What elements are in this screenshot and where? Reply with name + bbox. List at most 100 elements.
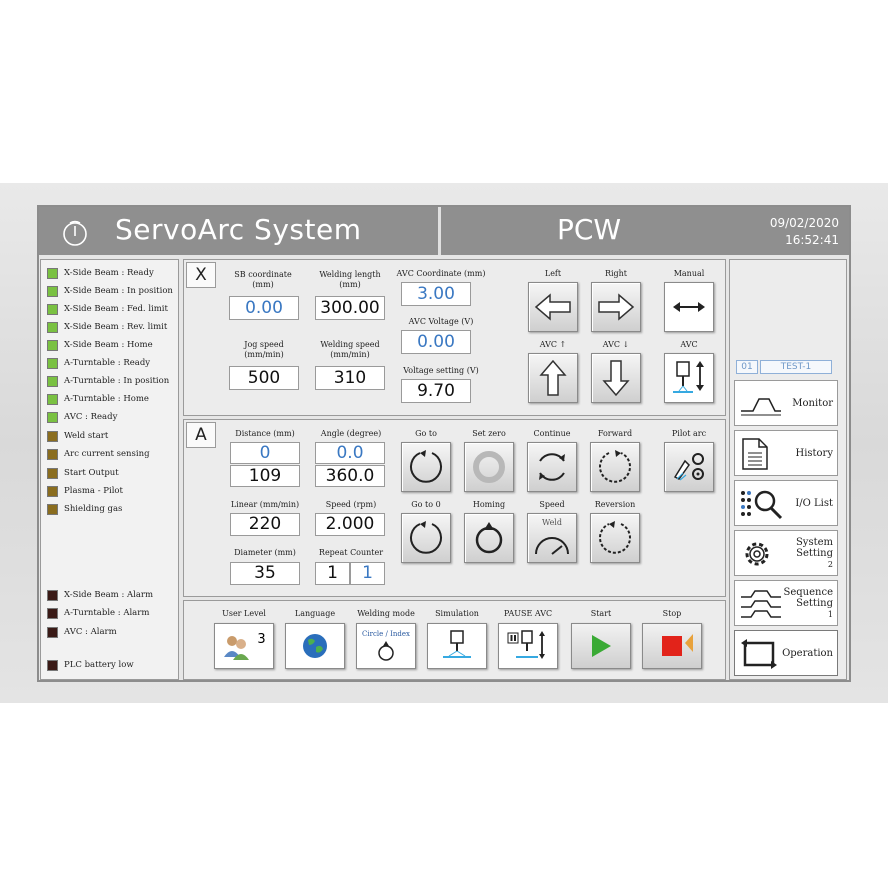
- alarm-lamp: [47, 607, 58, 619]
- diameter-field[interactable]: 35: [230, 562, 300, 585]
- avc-down-label: AVC ↓: [602, 340, 630, 349]
- goto-button[interactable]: [401, 442, 451, 492]
- avc-up-label: AVC ↑: [539, 340, 567, 349]
- goto-zero-button[interactable]: [401, 513, 451, 563]
- repeat-counter-done[interactable]: 1: [315, 562, 350, 585]
- jog-right-button[interactable]: [591, 282, 641, 332]
- status-item: X-Side Beam : Rev. limit: [47, 319, 167, 335]
- a-axis-panel: A Distance (mm) 0 109 Angle (degree) 0.0…: [183, 419, 726, 597]
- nav-sequence-setting[interactable]: Sequence Setting 1: [734, 580, 838, 626]
- goto0-label: Go to 0: [411, 500, 441, 509]
- avc-coordinate-label: AVC Coordinate (mm): [396, 269, 486, 278]
- globe-icon: [303, 634, 327, 658]
- nav-history[interactable]: History: [734, 430, 838, 476]
- sb-coordinate-field[interactable]: 0.00: [229, 296, 299, 320]
- job-name[interactable]: TEST-1: [760, 360, 832, 374]
- io-search-icon: [741, 490, 783, 520]
- welding-speed-field[interactable]: 310: [315, 366, 385, 390]
- rotate-continue-icon: [539, 453, 565, 481]
- arrow-down-icon: [602, 360, 630, 397]
- arrow-right-icon: [598, 293, 635, 321]
- homing-icon: [475, 522, 503, 554]
- jog-left-button[interactable]: [528, 282, 578, 332]
- avc-toggle-button[interactable]: [664, 353, 714, 403]
- nav-panel: 01 TEST-1 Monitor History I/O List Syste…: [729, 259, 847, 680]
- speed-mode-button[interactable]: Weld: [527, 513, 577, 563]
- status-item: X-Side Beam : In position: [47, 283, 173, 299]
- status-item: Start Output: [47, 465, 119, 481]
- arrow-up-icon: [539, 359, 567, 396]
- zero-ring-icon: [473, 451, 505, 483]
- forward-button[interactable]: [590, 442, 640, 492]
- set-zero-button[interactable]: [464, 442, 514, 492]
- status-lamp: [47, 357, 58, 369]
- welding-length-field[interactable]: 300.00: [315, 296, 385, 320]
- status-lamp: [47, 321, 58, 333]
- sequence-icon: [741, 590, 781, 618]
- distance-field-target[interactable]: 109: [230, 465, 300, 487]
- start-button[interactable]: [571, 623, 631, 669]
- stop-button[interactable]: [642, 623, 702, 669]
- status-lamp: [47, 411, 58, 423]
- status-lamp: [47, 375, 58, 387]
- welding-mode-button[interactable]: Circle / Index: [356, 623, 416, 669]
- users-icon: [224, 636, 250, 660]
- distance-field-current[interactable]: 0: [230, 442, 300, 464]
- operation-cycle-icon: [741, 639, 777, 669]
- nav-io-list[interactable]: I/O List: [734, 480, 838, 526]
- datetime: 09/02/2020 16:52:41: [770, 215, 839, 249]
- linear-speed-field[interactable]: 220: [230, 513, 300, 536]
- right-label: Right: [604, 269, 628, 278]
- gear-icon: [745, 542, 769, 566]
- alarm-item: PLC battery low: [47, 657, 134, 673]
- job-number[interactable]: 01: [736, 360, 758, 374]
- avc-down-button[interactable]: [591, 353, 641, 403]
- simulation-button[interactable]: [427, 623, 487, 669]
- status-item: X-Side Beam : Ready: [47, 265, 154, 281]
- nav-monitor[interactable]: Monitor: [734, 380, 838, 426]
- status-lamp: [47, 393, 58, 405]
- status-panel: X-Side Beam : Ready X-Side Beam : In pos…: [40, 259, 179, 680]
- status-lamp: [47, 267, 58, 279]
- voltage-setting-field[interactable]: 9.70: [401, 379, 471, 403]
- repeat-counter-total[interactable]: 1: [350, 562, 385, 585]
- linear-label: Linear (mm/min): [230, 500, 300, 509]
- nav-label: Monitor: [792, 397, 833, 409]
- language-button[interactable]: [285, 623, 345, 669]
- avc-voltage-field[interactable]: 0.00: [401, 330, 471, 354]
- homing-button[interactable]: [464, 513, 514, 563]
- nav-operation[interactable]: Operation: [734, 630, 838, 676]
- avc-up-button[interactable]: [528, 353, 578, 403]
- continue-label: Continue: [533, 429, 571, 438]
- angle-field-current[interactable]: 0.0: [315, 442, 385, 464]
- status-item: AVC : Ready: [47, 409, 117, 425]
- jog-speed-field[interactable]: 500: [229, 366, 299, 390]
- pilot-arc-button[interactable]: [664, 442, 714, 492]
- voltage-setting-label: Voltage setting (V): [403, 366, 479, 375]
- status-item: X-Side Beam : Fed. limit: [47, 301, 168, 317]
- time-text: 16:52:41: [785, 233, 839, 247]
- nav-system-setting[interactable]: System Setting 2: [734, 530, 838, 576]
- x-axis-panel: X SB coordinate (mm) 0.00 Welding length(…: [183, 259, 726, 416]
- welding-mode-value: Circle / Index: [362, 630, 410, 638]
- pause-avc-label: PAUSE AVC: [503, 609, 553, 618]
- play-icon: [592, 635, 611, 657]
- reversion-button[interactable]: [590, 513, 640, 563]
- user-level-button[interactable]: 3: [214, 623, 274, 669]
- status-item: Shielding gas: [47, 501, 122, 517]
- angle-field-target[interactable]: 360.0: [315, 465, 385, 487]
- nav-label-wrap: Sequence Setting 1: [783, 586, 834, 619]
- manual-button[interactable]: [664, 282, 714, 332]
- speed-rpm-field[interactable]: 2.000: [315, 513, 385, 536]
- status-item: A-Turntable : Ready: [47, 355, 150, 371]
- homing-label: Homing: [472, 500, 506, 509]
- goto-label: Go to: [415, 429, 437, 438]
- pause-avc-button[interactable]: [498, 623, 558, 669]
- continue-button[interactable]: [527, 442, 577, 492]
- status-lamp: [47, 339, 58, 351]
- welding-speed-label: Welding speed (mm/min): [320, 340, 380, 359]
- pilot-arc-icon: [673, 453, 704, 481]
- status-lamp: [47, 285, 58, 297]
- alarm-lamp: [47, 659, 58, 671]
- avc-coordinate-field[interactable]: 3.00: [401, 282, 471, 306]
